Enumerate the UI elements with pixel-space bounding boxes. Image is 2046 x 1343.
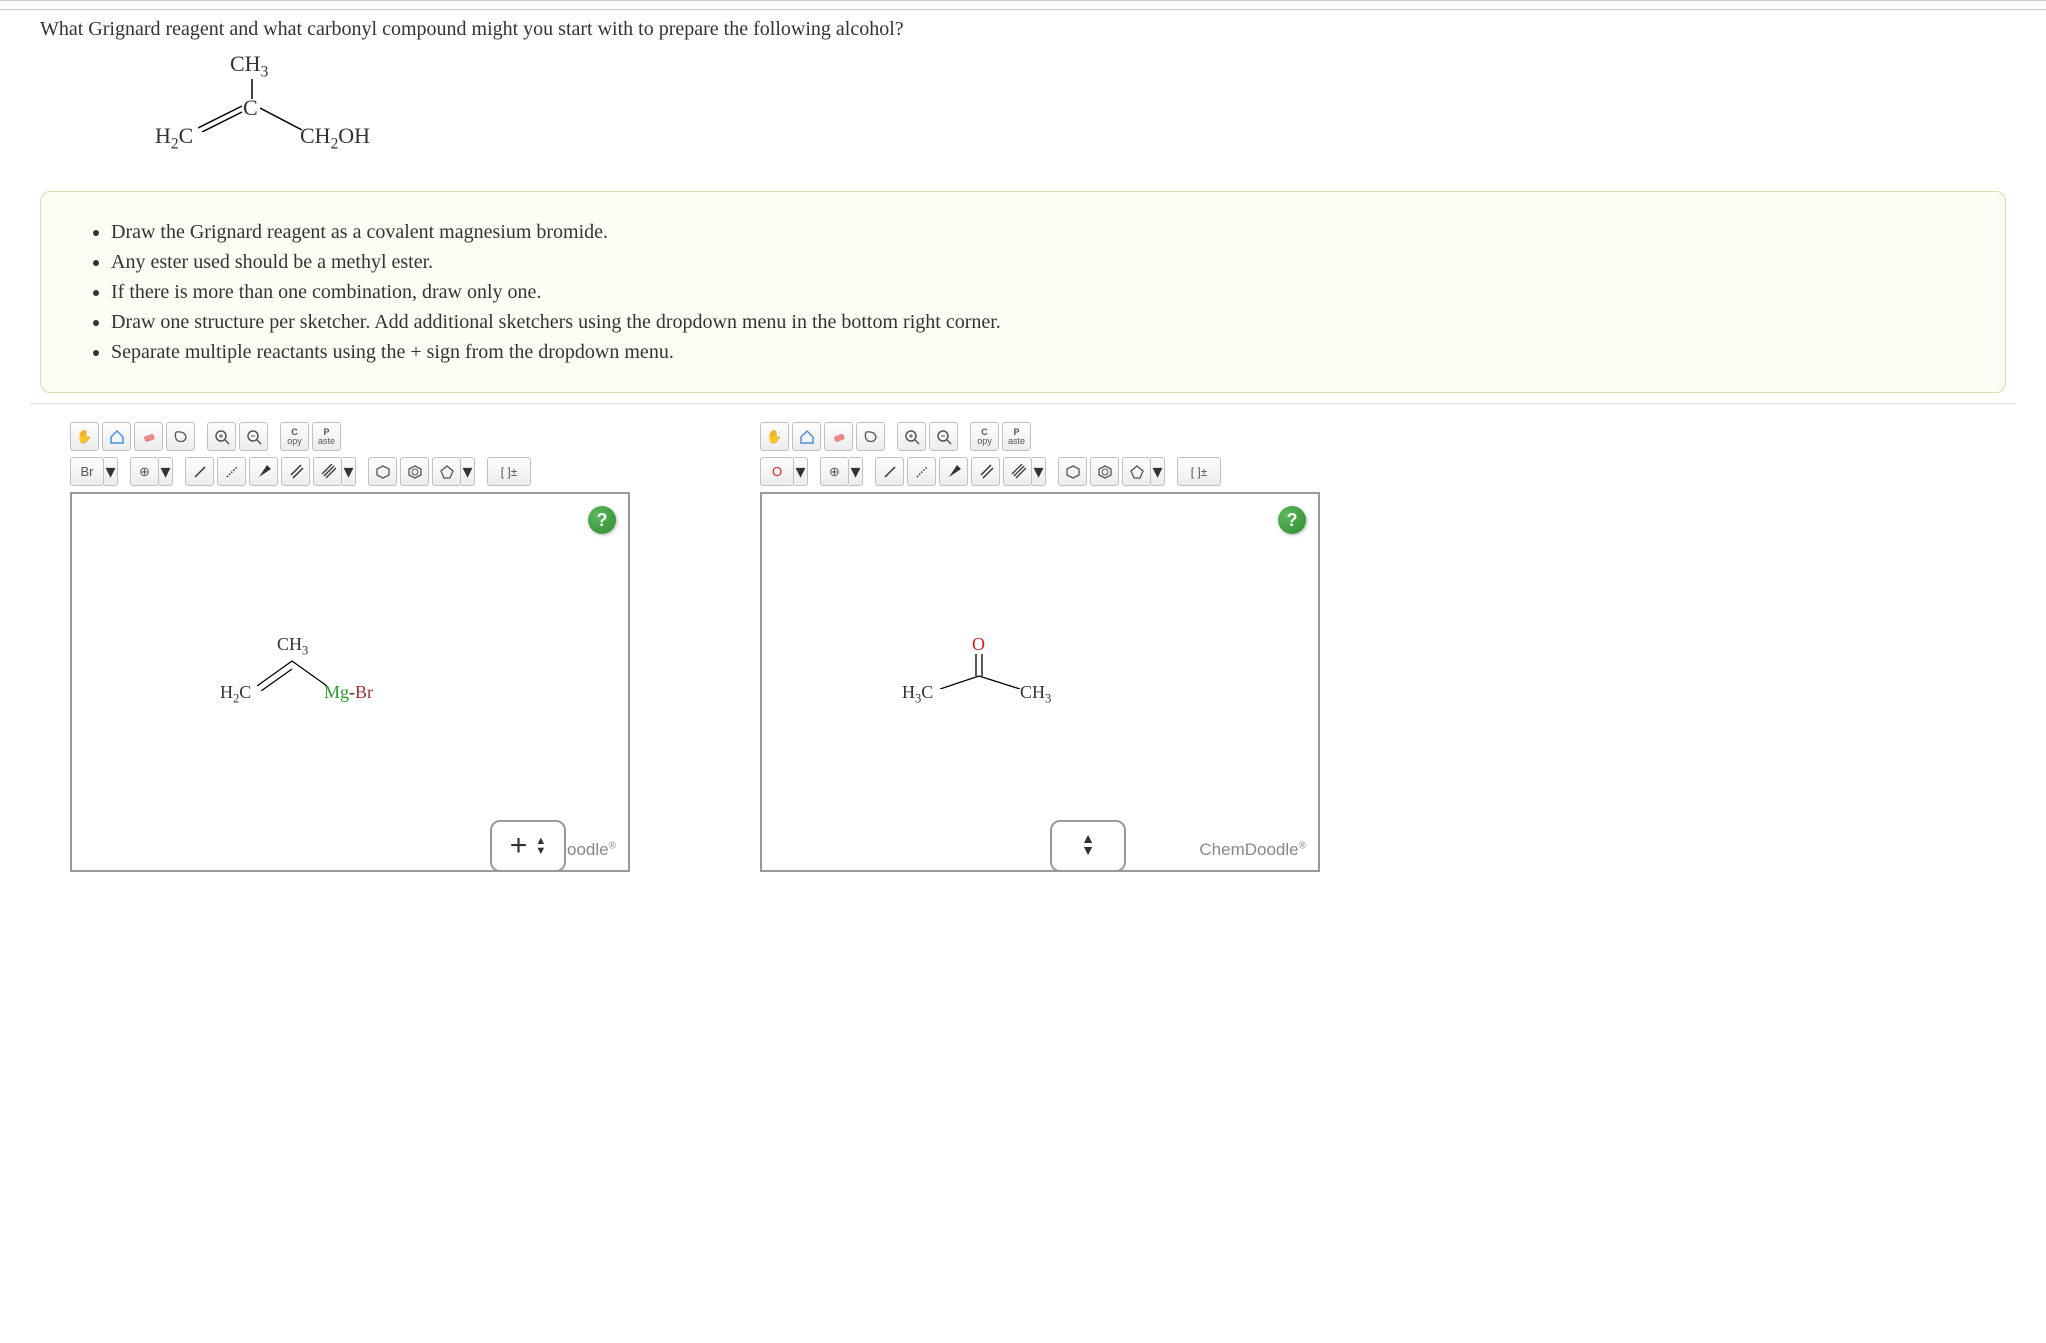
instruction-item: If there is more than one combination, d… <box>111 277 1970 307</box>
wedge-bond-button[interactable] <box>939 457 968 486</box>
zoom-out-button[interactable] <box>929 422 958 451</box>
drawing-canvas-right[interactable]: ? O H3C CH3 ChemDoodle® <box>760 492 1320 872</box>
instruction-item: Draw the Grignard reagent as a covalent … <box>111 217 1970 247</box>
canvas-label: CH3 <box>277 634 308 659</box>
recessed-bond-button[interactable] <box>907 457 936 486</box>
double-bond-button[interactable] <box>281 457 310 486</box>
sketcher-right: ✋ Copy Paste O ▾ ⊕ ▾ <box>760 422 1320 872</box>
toolbar-row-2: O ▾ ⊕ ▾ ▾ ▾ [ ]± <box>760 457 1320 486</box>
element-button[interactable]: Br <box>70 457 104 486</box>
canvas-label-o: O <box>972 634 985 655</box>
triple-bond-button[interactable] <box>1003 457 1032 486</box>
canvas-label: H3C <box>902 682 933 707</box>
toolbar-row-1: ✋ Copy Paste <box>70 422 630 451</box>
instruction-item: Any ester used should be a methyl ester. <box>111 247 1970 277</box>
zoom-in-button[interactable] <box>207 422 236 451</box>
help-button[interactable]: ? <box>588 506 616 534</box>
benzene-button[interactable] <box>400 457 429 486</box>
cyclopentane-button[interactable] <box>432 457 461 486</box>
eraser-button[interactable] <box>134 422 163 451</box>
bracket-charge-button[interactable]: [ ]± <box>487 457 531 486</box>
instructions-panel: Draw the Grignard reagent as a covalent … <box>40 191 2006 393</box>
question-text: What Grignard reagent and what carbonyl … <box>0 10 2046 41</box>
copy-button[interactable]: Copy <box>280 422 309 451</box>
stepper-arrows-icon: ▲▼ <box>535 836 546 856</box>
charge-plus-button[interactable]: ⊕ <box>820 457 849 486</box>
bracket-charge-button[interactable]: [ ]± <box>1177 457 1221 486</box>
hand-tool-button[interactable]: ✋ <box>70 422 99 451</box>
charge-dropdown[interactable]: ▾ <box>849 457 863 486</box>
canvas-label: H2C <box>220 682 251 707</box>
add-sketcher-button[interactable]: + ▲▼ <box>490 820 566 872</box>
element-dropdown[interactable]: ▾ <box>104 457 118 486</box>
canvas-label: CH3 <box>1020 682 1051 707</box>
element-dropdown[interactable]: ▾ <box>794 457 808 486</box>
lasso-button[interactable] <box>856 422 885 451</box>
hand-tool-button[interactable]: ✋ <box>760 422 789 451</box>
stepper-arrows-icon: ▲▼ <box>1081 834 1095 858</box>
toolbar-row-2: Br ▾ ⊕ ▾ ▾ ▾ [ ]± <box>70 457 630 486</box>
single-bond-button[interactable] <box>185 457 214 486</box>
wedge-bond-button[interactable] <box>249 457 278 486</box>
benzene-button[interactable] <box>1090 457 1119 486</box>
canvas-label-mg: Mg <box>324 682 349 703</box>
instruction-item: Separate multiple reactants using the + … <box>111 337 1970 367</box>
toolbar-row-1: ✋ Copy Paste <box>760 422 1320 451</box>
cyclohexane-button[interactable] <box>368 457 397 486</box>
charge-dropdown[interactable]: ▾ <box>159 457 173 486</box>
target-molecule: CH3 C H2C CH2OH <box>0 41 2046 181</box>
bond-dropdown[interactable]: ▾ <box>1032 457 1046 486</box>
ring-dropdown[interactable]: ▾ <box>461 457 475 486</box>
element-button[interactable]: O <box>760 457 794 486</box>
charge-plus-button[interactable]: ⊕ <box>130 457 159 486</box>
chemdoodle-brand: ChemDoodle® <box>1199 840 1306 860</box>
instruction-item: Draw one structure per sketcher. Add add… <box>111 307 1970 337</box>
triple-bond-button[interactable] <box>313 457 342 486</box>
single-bond-button[interactable] <box>875 457 904 486</box>
paste-button[interactable]: Paste <box>312 422 341 451</box>
lasso-button[interactable] <box>166 422 195 451</box>
plus-icon: + <box>510 829 528 863</box>
drawing-canvas-left[interactable]: ? CH3 H2C Mg - Br ChemDoodle® <box>70 492 630 872</box>
ring-dropdown[interactable]: ▾ <box>1151 457 1165 486</box>
sketcher-left: ✋ Copy Paste Br ▾ ⊕ ▾ <box>70 422 630 872</box>
mol-label-ch3: CH3 <box>230 51 268 81</box>
help-button[interactable]: ? <box>1278 506 1306 534</box>
copy-button[interactable]: Copy <box>970 422 999 451</box>
cyclopentane-button[interactable] <box>1122 457 1151 486</box>
home-button[interactable] <box>102 422 131 451</box>
zoom-in-button[interactable] <box>897 422 926 451</box>
mol-label-ch2oh: CH2OH <box>300 123 370 153</box>
eraser-button[interactable] <box>824 422 853 451</box>
zoom-out-button[interactable] <box>239 422 268 451</box>
double-bond-button[interactable] <box>971 457 1000 486</box>
canvas-label-br: Br <box>355 682 373 703</box>
paste-button[interactable]: Paste <box>1002 422 1031 451</box>
stepper-button[interactable]: ▲▼ <box>1050 820 1126 872</box>
cyclohexane-button[interactable] <box>1058 457 1087 486</box>
home-button[interactable] <box>792 422 821 451</box>
bond-dropdown[interactable]: ▾ <box>342 457 356 486</box>
recessed-bond-button[interactable] <box>217 457 246 486</box>
mol-label-h2c: H2C <box>155 123 193 153</box>
